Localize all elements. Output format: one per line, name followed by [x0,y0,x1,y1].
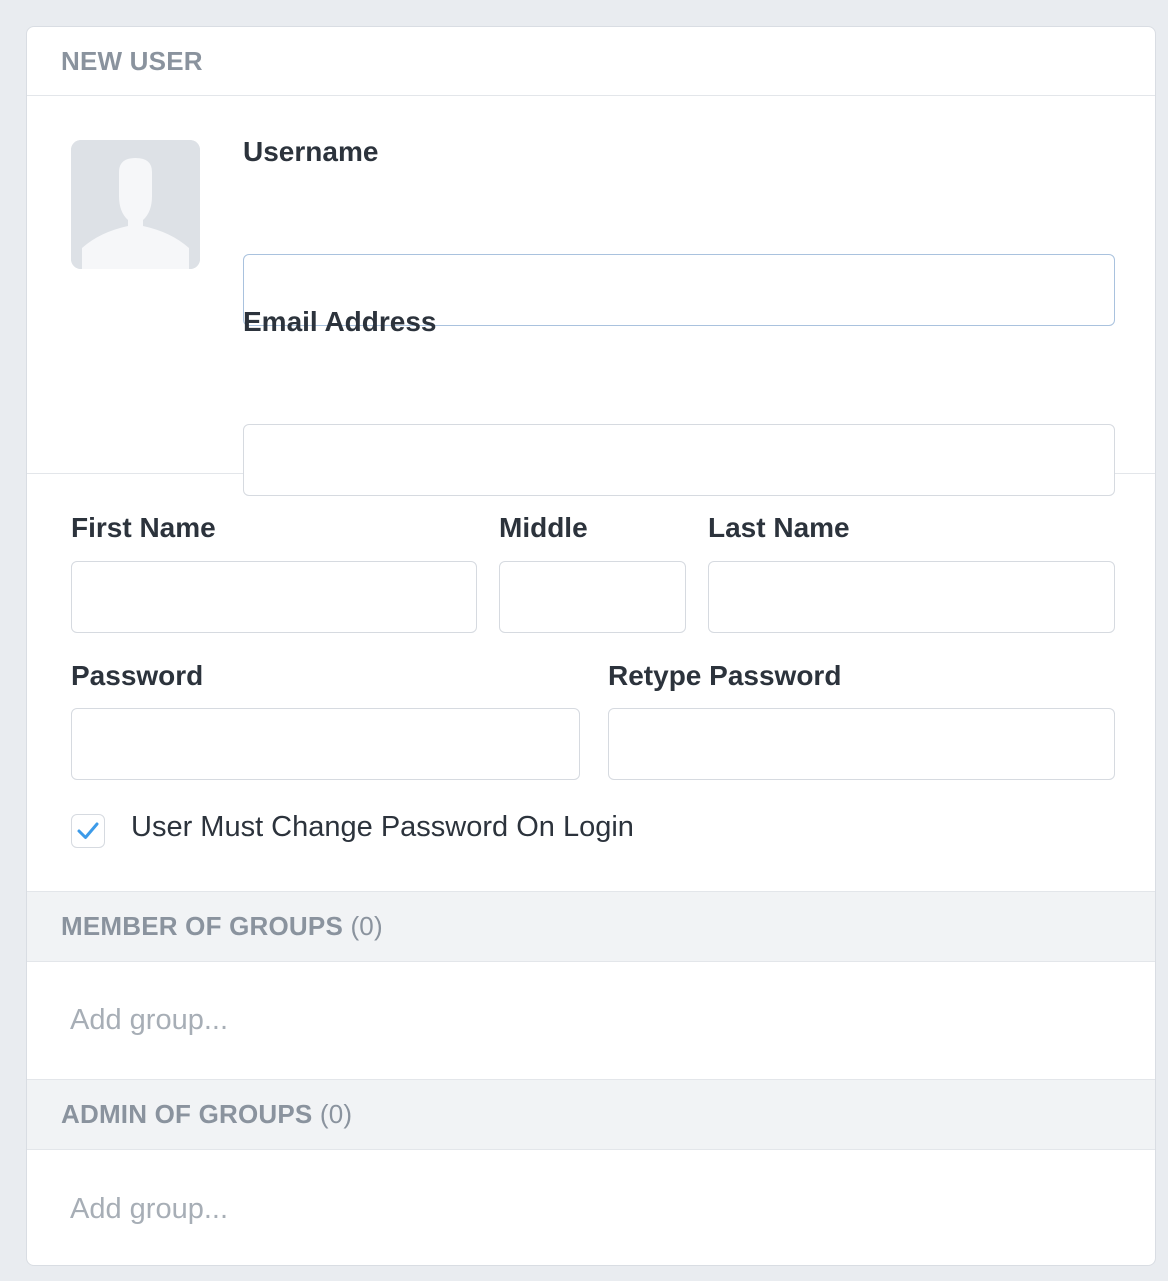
member-of-groups-body [27,962,1155,1080]
admin-of-groups-count: (0) [319,1099,353,1129]
email-label: Email Address [243,306,437,337]
add-member-group-input[interactable] [70,1004,470,1037]
card-title: NEW USER [61,45,203,76]
must-change-password-checkbox[interactable] [71,814,105,848]
password-input[interactable] [71,708,580,780]
last-name-input[interactable] [708,561,1115,633]
admin-of-groups-header: ADMIN OF GROUPS (0) [27,1080,1155,1150]
last-name-label: Last Name [708,512,850,543]
first-name-label: First Name [71,512,216,543]
retype-password-label: Retype Password [608,660,842,691]
member-of-groups-header: MEMBER OF GROUPS (0) [27,892,1155,962]
admin-of-groups-title: ADMIN OF GROUPS [61,1099,313,1129]
member-of-groups-count: (0) [350,911,383,941]
new-user-card: NEW USER Username Email Address First Na… [26,26,1156,1266]
details-section: First Name Middle Last Name Password Ret… [27,474,1155,892]
add-admin-group-input[interactable] [70,1192,470,1226]
retype-password-input[interactable] [608,708,1115,780]
first-name-input[interactable] [71,561,477,633]
middle-input[interactable] [499,561,686,633]
admin-of-groups-body [27,1150,1155,1265]
password-label: Password [71,660,204,691]
member-of-groups-title: MEMBER OF GROUPS [61,911,343,941]
checkmark-icon [77,822,99,839]
avatar[interactable] [71,140,200,269]
identity-section: Username Email Address [27,96,1155,496]
user-silhouette-icon [71,140,200,269]
must-change-password-label[interactable]: User Must Change Password On Login [131,811,634,844]
middle-label: Middle [499,512,588,543]
card-header: NEW USER [27,27,1155,96]
username-label: Username [243,136,379,167]
